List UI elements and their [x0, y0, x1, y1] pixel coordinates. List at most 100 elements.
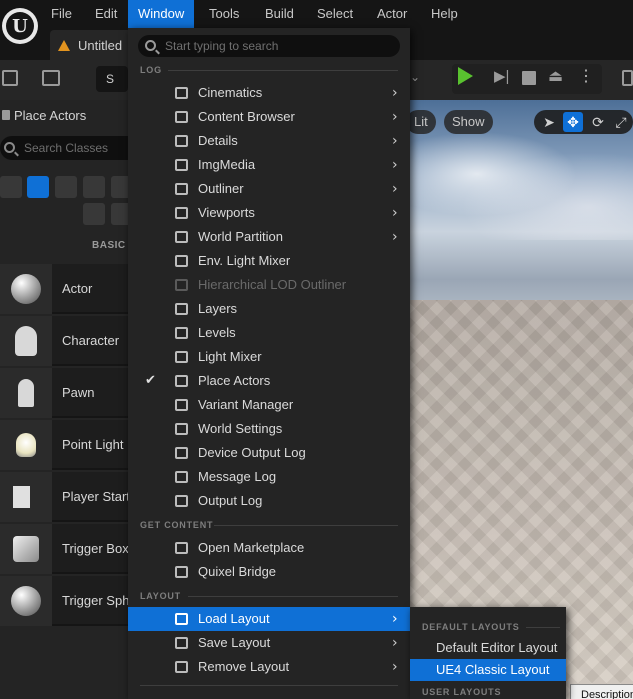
menu-item-content-browser[interactable]: Content Browser ›: [128, 105, 410, 129]
category-label: BASIC: [92, 240, 126, 251]
menu-item-levels[interactable]: Levels: [128, 321, 410, 345]
scale-icon[interactable]: ⤢: [611, 112, 631, 132]
menu-search-placeholder: Start typing to search: [165, 39, 279, 53]
layout-ue4-classic[interactable]: UE4 Classic Layout: [410, 659, 566, 681]
stop-icon[interactable]: [522, 71, 536, 85]
menu-item-cinematics[interactable]: Cinematics ›: [128, 81, 410, 105]
menu-search-input[interactable]: Start typing to search: [138, 35, 400, 57]
menu-item-save-layout[interactable]: Save Layout ›: [128, 631, 410, 655]
hlod-outliner-icon: [175, 279, 188, 291]
menu-item-outliner[interactable]: Outliner ›: [128, 177, 410, 201]
light-mixer-icon: [175, 351, 188, 363]
menu-item-label: Variant Manager: [198, 397, 294, 412]
section-log: LOG: [140, 65, 162, 75]
select-icon[interactable]: ➤: [539, 112, 559, 132]
menu-item-label: Outliner: [198, 181, 244, 196]
platforms-icon[interactable]: [622, 70, 633, 86]
section-get-content: GET CONTENT: [140, 520, 214, 530]
light-bulb-icon: [16, 433, 36, 457]
cinematic-icon[interactable]: [83, 176, 105, 198]
lights-icon[interactable]: [55, 176, 77, 198]
menu-window[interactable]: Window: [128, 0, 195, 28]
actor-thumbnail: [0, 420, 52, 470]
show-button[interactable]: Show: [444, 110, 493, 134]
menu-item-viewports[interactable]: Viewports ›: [128, 201, 410, 225]
quixel-bridge-icon: [175, 566, 188, 578]
chevron-right-icon: ›: [392, 133, 398, 149]
menu-item-open-marketplace[interactable]: Open Marketplace: [128, 536, 410, 560]
menu-item-load-layout[interactable]: Load Layout ›: [128, 607, 410, 631]
menu-item-imgmedia[interactable]: ImgMedia ›: [128, 153, 410, 177]
menu-help[interactable]: Help: [421, 0, 468, 28]
device-output-log-icon: [175, 447, 188, 459]
message-log-icon: [175, 471, 188, 483]
menu-tools[interactable]: Tools: [199, 0, 249, 28]
cinematics-icon: [175, 87, 188, 99]
lit-mode-button[interactable]: Lit: [406, 110, 436, 134]
menu-item-quixel-bridge[interactable]: Quixel Bridge: [128, 560, 410, 584]
menu-item-label: Viewports: [198, 205, 255, 220]
menu-item-label: World Partition: [198, 229, 284, 244]
actor-label: Point Light: [62, 437, 124, 452]
menu-item-label: ImgMedia: [198, 157, 256, 172]
menu-item-light-mixer[interactable]: Light Mixer: [128, 345, 410, 369]
menu-item-details[interactable]: Details ›: [128, 129, 410, 153]
unreal-logo-icon[interactable]: U: [2, 8, 38, 44]
menu-edit[interactable]: Edit: [85, 0, 127, 28]
menu-item-variant-manager[interactable]: Variant Manager: [128, 393, 410, 417]
menu-item-layers[interactable]: Layers: [128, 297, 410, 321]
menu-item-world-partition[interactable]: World Partition ›: [128, 225, 410, 249]
trigger-sphere-icon: [11, 586, 41, 616]
menu-build[interactable]: Build: [255, 0, 304, 28]
checkmark-icon: ✔: [145, 373, 156, 388]
menu-item-message-log[interactable]: Message Log: [128, 465, 410, 489]
step-forward-icon[interactable]: ▶|: [494, 69, 510, 85]
marketplace-icon: [175, 542, 188, 554]
actor-label: Actor: [62, 281, 93, 296]
chevron-right-icon: ›: [392, 659, 398, 675]
menu-item-env-light-mixer[interactable]: Env. Light Mixer: [128, 249, 410, 273]
more-options-icon[interactable]: ⋮: [578, 68, 594, 86]
menu-item-remove-layout[interactable]: Remove Layout ›: [128, 655, 410, 679]
menu-item-output-log[interactable]: Output Log: [128, 489, 410, 513]
panel-title: Place Actors: [14, 108, 87, 123]
menu-file[interactable]: File: [41, 0, 82, 28]
rotate-icon[interactable]: ⟳: [588, 112, 608, 132]
details-icon: [175, 135, 188, 147]
menu-actor[interactable]: Actor: [367, 0, 417, 28]
menu-item-device-output-log[interactable]: Device Output Log: [128, 441, 410, 465]
place-actors-icon: [175, 375, 188, 387]
menu-item-hlod-outliner: Hierarchical LOD Outliner: [128, 273, 410, 297]
actor-label: Player Start: [62, 489, 130, 504]
actor-thumbnail: [0, 524, 52, 574]
search-classes-input[interactable]: Search Classes: [0, 136, 140, 160]
tab-untitled[interactable]: Untitled: [50, 30, 140, 60]
tab-label: Untitled: [78, 37, 123, 53]
chevron-right-icon: ›: [392, 229, 398, 245]
menu-item-label: Output Log: [198, 493, 263, 508]
chevron-down-icon[interactable]: ⌄: [410, 68, 420, 86]
world-partition-icon: [175, 231, 188, 243]
menu-item-label: Open Marketplace: [198, 540, 305, 555]
geometry-icon[interactable]: [83, 203, 105, 225]
menu-item-label: Device Output Log: [198, 445, 306, 460]
section-divider: [188, 596, 398, 597]
actor-label: Pawn: [62, 385, 95, 400]
pawn-icon: [18, 379, 34, 407]
menu-item-world-settings[interactable]: World Settings: [128, 417, 410, 441]
menu-select[interactable]: Select: [307, 0, 363, 28]
eject-icon[interactable]: ⏏: [548, 68, 566, 86]
menu-item-label: Levels: [198, 325, 236, 340]
section-divider: [214, 525, 398, 526]
layout-default-editor[interactable]: Default Editor Layout: [410, 637, 566, 659]
save-icon[interactable]: [2, 70, 18, 86]
menu-item-label: Details: [198, 133, 238, 148]
play-icon[interactable]: [458, 67, 473, 85]
basic-category-icon[interactable]: [27, 176, 49, 198]
mode-button[interactable]: S: [96, 66, 128, 92]
translate-icon[interactable]: ✥: [563, 112, 583, 132]
menu-item-place-actors[interactable]: ✔ Place Actors: [128, 369, 410, 393]
menu-item-label: World Settings: [198, 421, 283, 436]
recent-icon[interactable]: [0, 176, 22, 198]
browse-icon[interactable]: [42, 70, 60, 86]
